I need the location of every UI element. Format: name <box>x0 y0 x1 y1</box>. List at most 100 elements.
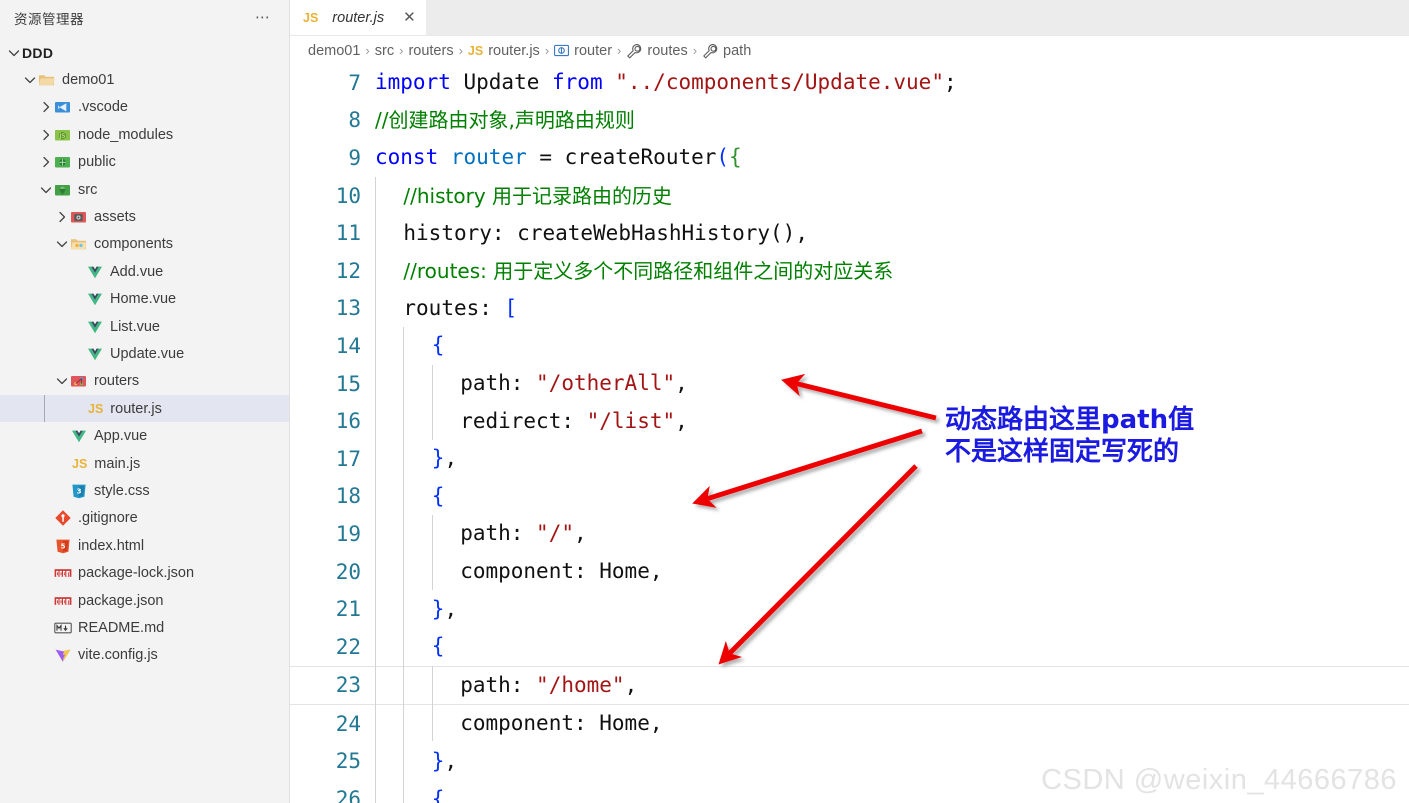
code-line-26[interactable]: 26 { <box>290 780 1409 803</box>
tree-item--gitignore[interactable]: .gitignore <box>0 505 289 532</box>
tree-root-DDD[interactable]: DDD <box>0 39 289 66</box>
tree-item-package-lock-json[interactable]: package-lock.json <box>0 559 289 586</box>
code-line-14[interactable]: 14 { <box>290 327 1409 365</box>
tab-bar: JS router.js ✕ <box>290 0 1409 36</box>
svg-text:5: 5 <box>61 542 66 550</box>
tab-label: router.js <box>332 9 385 26</box>
tree-item--vscode[interactable]: .vscode <box>0 94 289 121</box>
code-line-23[interactable]: 23 path: "/home", <box>290 665 1409 706</box>
code-line-13[interactable]: 13 routes: [ <box>290 290 1409 328</box>
breadcrumb-separator: › <box>399 43 404 58</box>
code-text: path: "/", <box>460 523 586 544</box>
line-number: 8 <box>348 108 361 133</box>
tree-item-readme-md[interactable]: README.md <box>0 614 289 641</box>
tree-item-style-css[interactable]: 3 style.css <box>0 477 289 504</box>
tree-item-public[interactable]: public <box>0 149 289 176</box>
breadcrumb-item-routers[interactable]: routers <box>408 43 453 59</box>
breadcrumb-item-router-js[interactable]: JS router.js <box>468 43 540 59</box>
code-line-21[interactable]: 21}, <box>290 590 1409 628</box>
chevron-right-icon[interactable] <box>54 209 70 225</box>
code-line-10[interactable]: 10 //history 用于记录路由的历史 <box>290 177 1409 215</box>
public-folder-icon <box>54 153 72 171</box>
breadcrumb-label: routes <box>647 42 688 59</box>
code-token: , <box>573 521 587 546</box>
css-file-icon: 3 <box>70 482 88 500</box>
tree-item-src[interactable]: src <box>0 176 289 203</box>
explorer-sidebar: 资源管理器 ⋯ DDD demo01 .vscode JS node_modulesp… <box>0 0 290 803</box>
code-token: router <box>450 145 527 170</box>
chevron-down-icon[interactable] <box>54 236 70 252</box>
tree-item-home-vue[interactable]: Home.vue <box>0 286 289 313</box>
code-line-16[interactable]: 16 redirect: "/list", <box>290 402 1409 440</box>
code-line-8[interactable]: 8 //创建路由对象,声明路由规则 <box>290 102 1409 140</box>
code-line-20[interactable]: 20 component: Home, <box>290 553 1409 591</box>
code-text: path: "/otherAll", <box>460 373 688 394</box>
components-folder-icon <box>70 235 88 253</box>
code-line-17[interactable]: 17}, <box>290 440 1409 478</box>
chevron-down-icon[interactable] <box>6 45 22 61</box>
tree-item-router-js[interactable]: JS router.js <box>0 395 289 423</box>
src-folder-icon <box>54 181 72 199</box>
tree-item-update-vue[interactable]: Update.vue <box>0 340 289 367</box>
js-file-icon: JS <box>88 401 104 416</box>
tree-item-components[interactable]: components <box>0 231 289 258</box>
line-number: 15 <box>335 371 361 396</box>
npm-file-icon <box>54 564 72 582</box>
js-file-icon: JS <box>72 456 88 471</box>
tree-item-app-vue[interactable]: App.vue <box>0 422 289 449</box>
tree-item-index-html[interactable]: 5 index.html <box>0 532 289 559</box>
chevron-down-icon[interactable] <box>38 182 54 198</box>
breadcrumb-item-routes[interactable]: routes <box>626 42 688 59</box>
tree-item-label: src <box>78 181 98 198</box>
code-line-15[interactable]: 15 path: "/otherAll", <box>290 365 1409 403</box>
tree-item-routers[interactable]: routers <box>0 368 289 395</box>
variable-icon <box>554 43 570 58</box>
code-line-22[interactable]: 22 { <box>290 628 1409 666</box>
code-line-9[interactable]: 9 const router = createRouter({ <box>290 139 1409 177</box>
tab-router-js[interactable]: JS router.js ✕ <box>290 0 426 35</box>
node-folder-icon: JS <box>54 126 72 144</box>
tree-item-node-modules[interactable]: JS node_modules <box>0 121 289 148</box>
tree-item-main-js[interactable]: JS main.js <box>0 450 289 477</box>
chevron-right-icon[interactable] <box>38 99 54 115</box>
chevron-down-icon[interactable] <box>22 72 38 88</box>
close-icon[interactable]: ✕ <box>403 10 416 25</box>
code-line-25[interactable]: 25}, <box>290 743 1409 781</box>
code-line-24[interactable]: 24 component: Home, <box>290 705 1409 743</box>
tree-item-vite-config-js[interactable]: vite.config.js <box>0 642 289 669</box>
line-number: 19 <box>335 521 361 546</box>
code-token: } <box>431 596 445 621</box>
chevron-placeholder-icon <box>38 620 54 636</box>
breadcrumb-item-path[interactable]: path <box>702 43 751 59</box>
code-token: { <box>431 483 445 508</box>
breadcrumb-item-demo01[interactable]: demo01 <box>308 43 360 59</box>
folder-open-icon <box>38 71 56 89</box>
code-editor[interactable]: 7 import Update from "../components/Updat… <box>290 64 1409 803</box>
code-line-11[interactable]: 11 history: createWebHashHistory(), <box>290 214 1409 252</box>
code-line-19[interactable]: 19 path: "/", <box>290 515 1409 553</box>
tree-item-package-json[interactable]: package.json <box>0 587 289 614</box>
code-line-18[interactable]: 18 { <box>290 478 1409 516</box>
tree-item-demo01[interactable]: demo01 <box>0 66 289 93</box>
tree-item-add-vue[interactable]: Add.vue <box>0 258 289 285</box>
breadcrumb-label: path <box>723 42 752 59</box>
tree-item-assets[interactable]: assets <box>0 203 289 230</box>
code-text: component: Home, <box>460 561 662 582</box>
vue-file-icon <box>86 290 104 308</box>
code-line-7[interactable]: 7 import Update from "../components/Updat… <box>290 64 1409 102</box>
chevron-right-icon[interactable] <box>38 154 54 170</box>
tree-item-list-vue[interactable]: List.vue <box>0 313 289 340</box>
ellipsis-icon[interactable]: ⋯ <box>255 10 271 25</box>
line-number: 11 <box>335 221 361 246</box>
breadcrumb-separator: › <box>692 43 698 58</box>
chevron-right-icon[interactable] <box>38 127 54 143</box>
chevron-down-icon[interactable] <box>54 373 70 389</box>
indent-guide <box>375 176 376 803</box>
code-token: } <box>431 446 445 471</box>
tree-item-label: public <box>78 154 116 171</box>
breadcrumb-item-router[interactable]: router <box>554 43 612 59</box>
code-line-12[interactable]: 12 //routes: 用于定义多个不同路径和组件之间的对应关系 <box>290 252 1409 290</box>
explorer-title: 资源管理器 <box>14 11 84 27</box>
breadcrumb-item-src[interactable]: src <box>375 43 394 59</box>
